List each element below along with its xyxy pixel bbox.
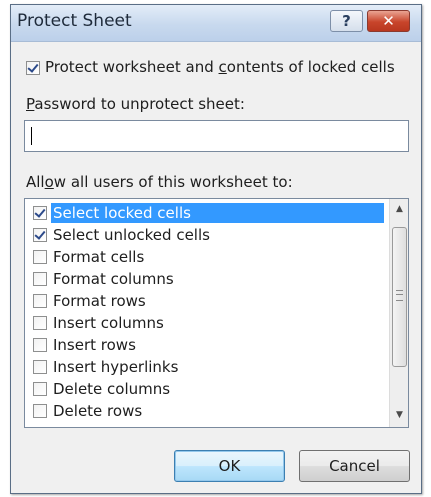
list-item-insert-columns[interactable]: Insert columns <box>27 313 386 333</box>
grip-icon <box>396 290 403 301</box>
select-unlocked-cells-checkbox[interactable] <box>33 228 47 242</box>
list-item-delete-columns[interactable]: Delete columns <box>27 379 386 399</box>
scroll-up-arrow-icon[interactable]: ▲ <box>390 201 408 218</box>
cancel-button[interactable]: Cancel <box>299 450 410 482</box>
delete-rows-checkbox[interactable] <box>33 404 47 418</box>
list-item-label: Delete rows <box>53 402 143 420</box>
permissions-label: Allow all users of this worksheet to: <box>26 173 293 191</box>
protect-worksheet-checkbox[interactable] <box>26 61 40 75</box>
title-bar: Protect Sheet ? ✕ <box>11 5 421 42</box>
format-rows-checkbox[interactable] <box>33 294 47 308</box>
protect-worksheet-label[interactable]: Protect worksheet and contents of locked… <box>45 58 395 76</box>
list-item-label: Insert hyperlinks <box>53 358 179 376</box>
vertical-scrollbar[interactable]: ▲ ▼ <box>389 199 408 427</box>
help-button[interactable]: ? <box>330 10 363 32</box>
ok-button[interactable]: OK <box>174 450 285 482</box>
list-item-label: Format cells <box>53 248 145 266</box>
format-cells-checkbox[interactable] <box>33 250 47 264</box>
list-item-label: Format rows <box>53 292 146 310</box>
permissions-listbox[interactable]: Select locked cells Select unlocked cell… <box>24 198 409 428</box>
insert-hyperlinks-checkbox[interactable] <box>33 360 47 374</box>
list-item-delete-rows[interactable]: Delete rows <box>27 401 386 421</box>
close-button[interactable]: ✕ <box>367 10 410 32</box>
text-caret <box>31 127 32 145</box>
list-item-label: Select locked cells <box>51 203 384 223</box>
list-item-insert-hyperlinks[interactable]: Insert hyperlinks <box>27 357 386 377</box>
insert-columns-checkbox[interactable] <box>33 316 47 330</box>
screenshot-frame: Protect Sheet ? ✕ Protect worksheet and … <box>0 0 431 497</box>
insert-rows-checkbox[interactable] <box>33 338 47 352</box>
list-item-select-locked-cells[interactable]: Select locked cells <box>27 203 386 223</box>
list-item-insert-rows[interactable]: Insert rows <box>27 335 386 355</box>
list-item-label: Select unlocked cells <box>53 226 210 244</box>
list-item-label: Format columns <box>53 270 174 288</box>
list-item-format-columns[interactable]: Format columns <box>27 269 386 289</box>
password-label: Password to unprotect sheet: <box>26 95 245 113</box>
select-locked-cells-checkbox[interactable] <box>33 206 47 220</box>
list-item-label: Delete columns <box>53 380 171 398</box>
protect-sheet-dialog: Protect Sheet ? ✕ Protect worksheet and … <box>10 4 422 494</box>
password-input[interactable] <box>24 120 409 152</box>
delete-columns-checkbox[interactable] <box>33 382 47 396</box>
list-item-label: Insert columns <box>53 314 164 332</box>
format-columns-checkbox[interactable] <box>33 272 47 286</box>
list-item-label: Insert rows <box>53 336 136 354</box>
scroll-down-arrow-icon[interactable]: ▼ <box>390 407 408 424</box>
list-item-format-rows[interactable]: Format rows <box>27 291 386 311</box>
list-item-select-unlocked-cells[interactable]: Select unlocked cells <box>27 225 386 245</box>
scroll-thumb[interactable] <box>392 227 407 367</box>
list-item-format-cells[interactable]: Format cells <box>27 247 386 267</box>
dialog-title: Protect Sheet <box>17 11 132 31</box>
